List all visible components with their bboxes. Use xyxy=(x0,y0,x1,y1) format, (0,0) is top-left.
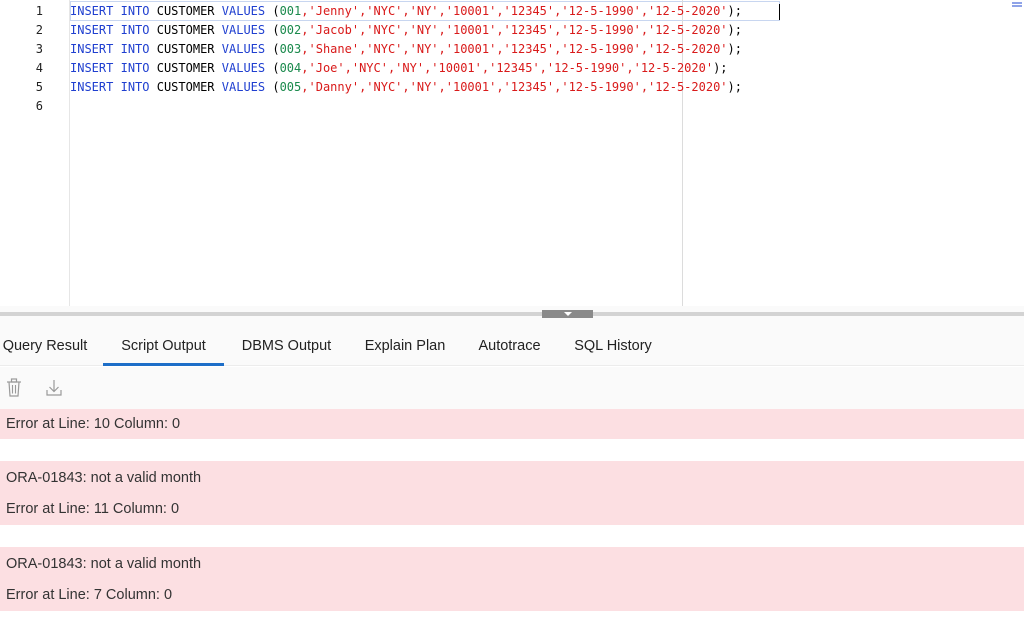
sql-keyword: VALUES xyxy=(221,4,266,18)
numeric-literal: 002 xyxy=(279,23,302,37)
sql-editor[interactable]: 1 2 3 4 5 6 INSERT INTO CUSTOMER VALUES … xyxy=(0,0,1024,306)
open-paren: ( xyxy=(265,61,280,75)
statement-end: ); xyxy=(713,61,728,75)
tab-script-output[interactable]: Script Output xyxy=(103,320,224,366)
statement-end: ); xyxy=(727,42,742,56)
table-name: CUSTOMER xyxy=(156,4,215,18)
numeric-literal: 005 xyxy=(279,80,302,94)
code-line[interactable]: INSERT INTO CUSTOMER VALUES (003,'Shane'… xyxy=(70,40,742,59)
sql-keyword: VALUES xyxy=(221,23,266,37)
statement-end: ); xyxy=(727,4,742,18)
output-tab-bar: Query Result Script Output DBMS Output E… xyxy=(0,320,1024,366)
clear-output-button[interactable] xyxy=(6,378,24,398)
splitter-bar[interactable] xyxy=(0,312,1024,316)
string-literals: ,'Jacob','NYC','NY','10001','12345','12-… xyxy=(301,23,728,37)
tab-sql-history[interactable]: SQL History xyxy=(570,320,656,366)
overview-ruler-marker[interactable] xyxy=(1012,2,1022,10)
tab-explain-plan[interactable]: Explain Plan xyxy=(362,320,448,366)
sql-keyword: VALUES xyxy=(221,61,266,75)
ora-error-text: ORA-01843: not a valid month xyxy=(6,556,202,572)
sql-keyword: VALUES xyxy=(221,80,266,94)
string-literals: ,'Joe','NYC','NY','10001','12345','12-5-… xyxy=(301,61,714,75)
table-name: CUSTOMER xyxy=(156,61,215,75)
sql-keyword: INTO xyxy=(120,80,150,94)
numeric-literal: 003 xyxy=(279,42,302,56)
save-output-button[interactable] xyxy=(45,378,63,398)
line-number-gutter: 1 2 3 4 5 6 xyxy=(0,0,70,306)
error-message-block: ORA-01843: not a valid month Error at Li… xyxy=(0,547,1024,611)
open-paren: ( xyxy=(265,80,280,94)
table-name: CUSTOMER xyxy=(156,23,215,37)
sql-keyword: INTO xyxy=(120,23,150,37)
tab-query-result[interactable]: Query Result xyxy=(0,320,90,366)
sql-keyword: INSERT xyxy=(70,80,114,94)
code-line[interactable]: INSERT INTO CUSTOMER VALUES (004,'Joe','… xyxy=(70,59,728,78)
sql-keyword: INTO xyxy=(120,42,150,56)
output-toolbar xyxy=(0,367,1024,409)
open-paren: ( xyxy=(265,23,280,37)
numeric-literal: 001 xyxy=(279,4,302,18)
panel-splitter[interactable] xyxy=(0,306,1024,320)
string-literals: ,'Danny','NYC','NY','10001','12345','12-… xyxy=(301,80,728,94)
line-number: 3 xyxy=(35,42,43,56)
sql-keyword: INSERT xyxy=(70,23,114,37)
statement-end: ); xyxy=(727,23,742,37)
line-number: 1 xyxy=(35,4,43,18)
ora-error-text: ORA-01843: not a valid month xyxy=(6,470,202,486)
line-number: 6 xyxy=(35,99,43,113)
error-message-block: Error at Line: 10 Column: 0 xyxy=(0,409,1024,439)
code-line[interactable]: INSERT INTO CUSTOMER VALUES (002,'Jacob'… xyxy=(70,21,742,40)
error-message-block: ORA-01843: not a valid month Error at Li… xyxy=(0,461,1024,525)
string-literals: ,'Shane','NYC','NY','10001','12345','12-… xyxy=(301,42,728,56)
error-location-text: Error at Line: 10 Column: 0 xyxy=(6,416,181,432)
code-line[interactable]: INSERT INTO CUSTOMER VALUES (001,'Jenny'… xyxy=(70,2,742,21)
sql-keyword: INSERT xyxy=(70,61,114,75)
download-icon xyxy=(46,380,62,396)
script-output-panel: Error at Line: 10 Column: 0 ORA-01843: n… xyxy=(0,409,1024,620)
line-number: 2 xyxy=(35,23,43,37)
sql-keyword: INSERT xyxy=(70,42,114,56)
open-paren: ( xyxy=(265,4,280,18)
text-caret xyxy=(779,4,780,20)
error-location-text: Error at Line: 11 Column: 0 xyxy=(6,501,180,517)
trash-icon xyxy=(7,378,21,397)
sql-keyword: VALUES xyxy=(221,42,266,56)
code-line[interactable]: INSERT INTO CUSTOMER VALUES (005,'Danny'… xyxy=(70,78,742,97)
numeric-literal: 004 xyxy=(279,61,302,75)
sql-keyword: INTO xyxy=(120,61,150,75)
tab-dbms-output[interactable]: DBMS Output xyxy=(238,320,335,366)
sql-keyword: INTO xyxy=(120,4,150,18)
table-name: CUSTOMER xyxy=(156,42,215,56)
line-number: 5 xyxy=(35,80,43,94)
tab-autotrace[interactable]: Autotrace xyxy=(474,320,545,366)
string-literals: ,'Jenny','NYC','NY','10001','12345','12-… xyxy=(301,4,728,18)
statement-end: ); xyxy=(727,80,742,94)
table-name: CUSTOMER xyxy=(156,80,215,94)
chevron-down-icon xyxy=(564,312,572,316)
splitter-collapse-handle[interactable] xyxy=(542,310,593,318)
sql-keyword: INSERT xyxy=(70,4,114,18)
open-paren: ( xyxy=(265,42,280,56)
error-location-text: Error at Line: 7 Column: 0 xyxy=(6,587,173,603)
line-number: 4 xyxy=(35,61,43,75)
